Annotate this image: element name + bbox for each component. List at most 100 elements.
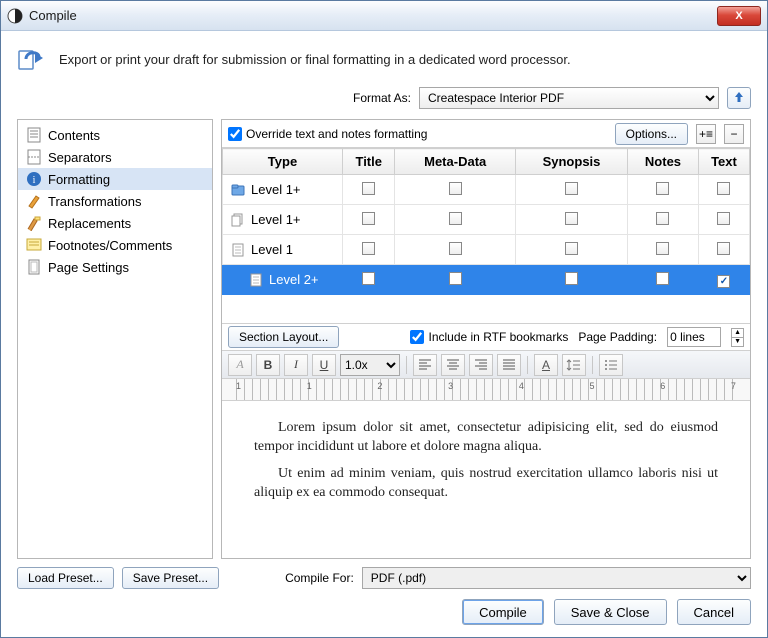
override-checkbox-label[interactable]: Override text and notes formatting [228, 127, 427, 141]
editor-toolbar: A B I U 1.0x A [222, 351, 750, 379]
cell-checkbox[interactable] [656, 242, 669, 255]
table-row[interactable]: Level 1+ [223, 175, 750, 205]
align-center-button[interactable] [441, 354, 465, 376]
override-text: Override text and notes formatting [246, 127, 427, 141]
sidebar-item-transformations[interactable]: Transformations [18, 190, 212, 212]
bold-button[interactable]: B [256, 354, 280, 376]
text-color-button[interactable]: A [534, 354, 558, 376]
table-row[interactable]: Level 1 [223, 235, 750, 265]
sidebar-item-page-settings[interactable]: Page Settings [18, 256, 212, 278]
underline-button[interactable]: U [312, 354, 336, 376]
sidebar-item-label: Contents [48, 128, 100, 143]
cell-checkbox[interactable] [656, 212, 669, 225]
list-icon [603, 357, 619, 373]
cell-checkbox[interactable] [449, 242, 462, 255]
cell-checkbox[interactable] [565, 272, 578, 285]
table-row[interactable]: Level 1+ [223, 205, 750, 235]
cell-checkbox[interactable] [565, 182, 578, 195]
options-button[interactable]: Options... [615, 123, 688, 145]
align-right-button[interactable] [469, 354, 493, 376]
cell-checkbox[interactable] [565, 212, 578, 225]
add-level-button[interactable]: +≡ [696, 124, 716, 144]
description-text: Export or print your draft for submissio… [59, 52, 571, 67]
format-as-label: Format As: [353, 91, 411, 105]
override-checkbox[interactable] [228, 127, 242, 141]
formatting-icon: i [26, 171, 42, 187]
align-justify-icon [501, 357, 517, 373]
table-row[interactable]: Level 2+ [223, 265, 750, 295]
zoom-select[interactable]: 1.0x [340, 354, 400, 376]
col-title[interactable]: Title [343, 149, 395, 175]
format-as-select[interactable]: Createspace Interior PDF [419, 87, 719, 109]
svg-text:i: i [33, 175, 36, 186]
editor-surface[interactable]: Lorem ipsum dolor sit amet, consectetur … [222, 401, 750, 558]
col-notes[interactable]: Notes [628, 149, 699, 175]
cancel-button[interactable]: Cancel [677, 599, 751, 625]
table-header-row: Type Title Meta-Data Synopsis Notes Text [223, 149, 750, 175]
stepper-icon[interactable]: ▲ ▼ [731, 328, 744, 347]
sidebar-item-formatting[interactable]: i Formatting [18, 168, 212, 190]
action-row: Compile Save & Close Cancel [17, 599, 751, 625]
compile-for-select[interactable]: PDF (.pdf) [362, 567, 751, 589]
cell-checkbox[interactable] [449, 182, 462, 195]
save-preset-button[interactable]: Save Preset... [122, 567, 219, 589]
cell-checkbox[interactable] [717, 182, 730, 195]
divider [406, 356, 407, 374]
format-as-row: Format As: Createspace Interior PDF [1, 83, 767, 119]
italic-button[interactable]: I [284, 354, 308, 376]
sidebar: Contents Separators i Formatting Transfo… [17, 119, 213, 559]
sidebar-item-replacements[interactable]: Replacements [18, 212, 212, 234]
underline-icon: U [320, 358, 329, 372]
close-button[interactable]: X [717, 6, 761, 26]
cell-checkbox[interactable] [717, 242, 730, 255]
cell-checkbox[interactable] [362, 182, 375, 195]
page-padding-input[interactable] [667, 327, 721, 347]
bold-icon: B [264, 358, 273, 372]
load-preset-button[interactable]: Load Preset... [17, 567, 114, 589]
align-left-button[interactable] [413, 354, 437, 376]
footnotes-icon [26, 237, 42, 253]
compile-dialog: Compile X Export or print your draft for… [0, 0, 768, 638]
contents-icon [26, 127, 42, 143]
cell-checkbox[interactable] [449, 272, 462, 285]
close-icon: X [735, 10, 742, 22]
align-justify-button[interactable] [497, 354, 521, 376]
sidebar-item-label: Page Settings [48, 260, 129, 275]
col-type[interactable]: Type [223, 149, 343, 175]
ruler[interactable]: 11234567 [222, 379, 750, 401]
include-rtf-text: Include in RTF bookmarks [428, 330, 568, 344]
cell-checkbox[interactable] [362, 272, 375, 285]
sidebar-item-contents[interactable]: Contents [18, 124, 212, 146]
cell-checkbox[interactable] [717, 275, 730, 288]
sidebar-item-separators[interactable]: Separators [18, 146, 212, 168]
app-icon [7, 8, 23, 24]
main-panel: Override text and notes formatting Optio… [221, 119, 751, 559]
save-format-button[interactable] [727, 87, 751, 109]
compile-button[interactable]: Compile [462, 599, 544, 625]
cell-checkbox[interactable] [362, 242, 375, 255]
remove-level-button[interactable]: − [724, 124, 744, 144]
separators-icon [26, 149, 42, 165]
line-spacing-button[interactable] [562, 354, 586, 376]
cell-checkbox[interactable] [449, 212, 462, 225]
sidebar-item-footnotes[interactable]: Footnotes/Comments [18, 234, 212, 256]
row-icon [231, 243, 245, 257]
list-button[interactable] [599, 354, 623, 376]
cell-checkbox[interactable] [362, 212, 375, 225]
cell-checkbox[interactable] [656, 182, 669, 195]
include-rtf-label[interactable]: Include in RTF bookmarks [410, 330, 568, 344]
arrow-up-icon [732, 90, 746, 107]
include-rtf-checkbox[interactable] [410, 330, 424, 344]
cell-checkbox[interactable] [656, 272, 669, 285]
save-close-button[interactable]: Save & Close [554, 599, 667, 625]
font-button[interactable]: A [228, 354, 252, 376]
col-meta[interactable]: Meta-Data [395, 149, 515, 175]
divider [527, 356, 528, 374]
page-settings-icon [26, 259, 42, 275]
sidebar-item-label: Separators [48, 150, 112, 165]
col-text[interactable]: Text [698, 149, 749, 175]
section-layout-button[interactable]: Section Layout... [228, 326, 339, 348]
cell-checkbox[interactable] [717, 212, 730, 225]
cell-checkbox[interactable] [565, 242, 578, 255]
col-synopsis[interactable]: Synopsis [515, 149, 627, 175]
